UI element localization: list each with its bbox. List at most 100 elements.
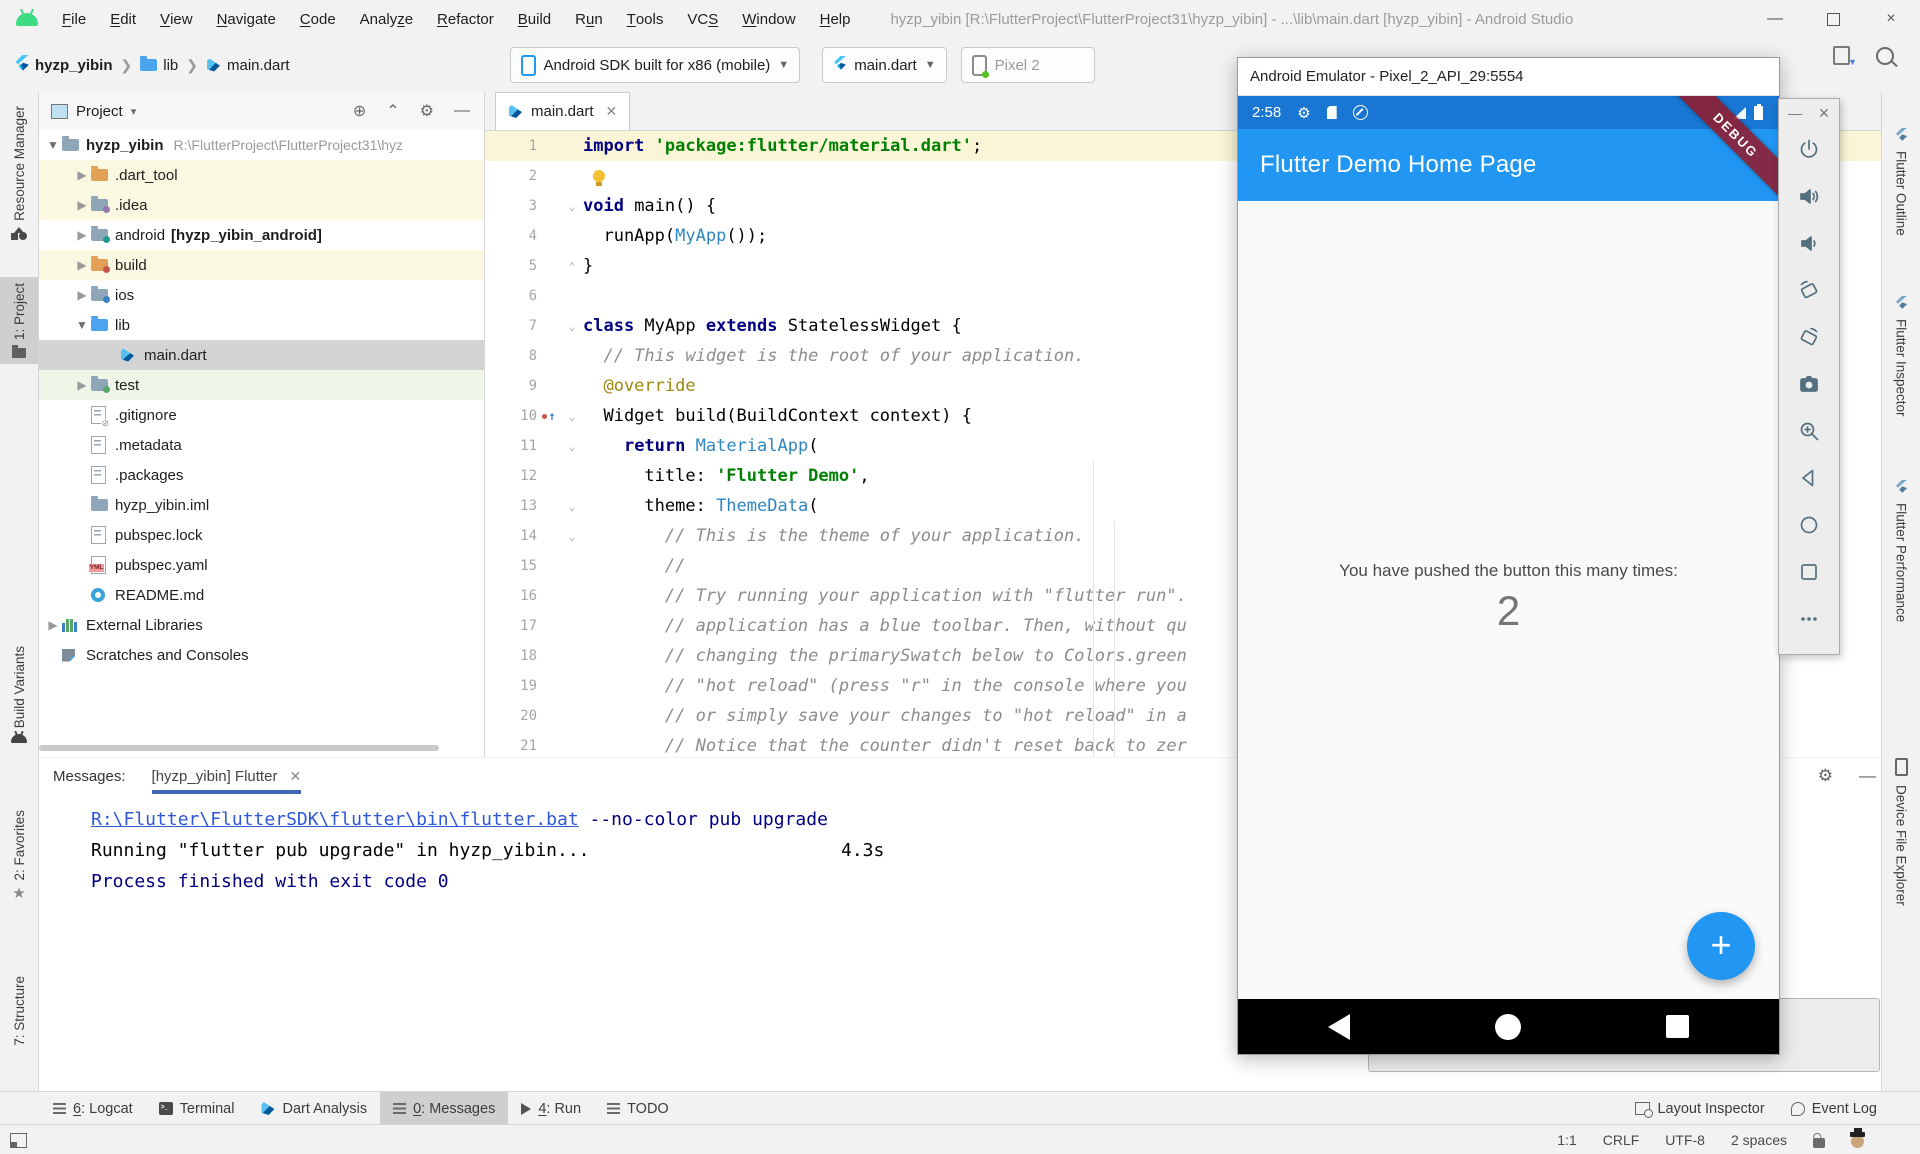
stripe-item-2-favorites[interactable]: 2: Favorites★: [0, 804, 38, 907]
locate-icon[interactable]: ⊕: [353, 101, 366, 121]
menu-help[interactable]: Help: [808, 0, 863, 38]
tree-item-scratches-and-consoles[interactable]: Scratches and Consoles: [39, 640, 484, 670]
overview-icon[interactable]: [1796, 559, 1822, 585]
fold-marker-icon[interactable]: ⌄: [561, 500, 583, 513]
fab-increment-button[interactable]: +: [1687, 912, 1755, 980]
fold-marker-icon[interactable]: ⌄: [561, 200, 583, 213]
horizontal-scrollbar[interactable]: [39, 745, 439, 751]
toolwindow-button-event-log[interactable]: Event Log: [1778, 1092, 1890, 1125]
breadcrumb-lib[interactable]: lib: [140, 57, 178, 74]
toolwindow-button-todo[interactable]: TODO: [594, 1092, 682, 1125]
emulator-title-bar[interactable]: Android Emulator - Pixel_2_API_29:5554: [1238, 58, 1779, 96]
toolwindow-button-4-run[interactable]: 4: Run: [508, 1092, 594, 1125]
breadcrumb-project[interactable]: hyzp_yibin: [14, 55, 113, 76]
fold-marker-icon[interactable]: ⌄: [561, 320, 583, 333]
hide-panel-icon[interactable]: —: [454, 102, 470, 120]
tree-item-build[interactable]: ▶build: [39, 250, 484, 280]
tree-arrow-icon[interactable]: ▶: [73, 198, 91, 212]
power-icon[interactable]: [1796, 136, 1822, 162]
stripe-item-flutter-inspector[interactable]: Flutter Inspector: [1882, 290, 1920, 423]
nav-home-icon[interactable]: [1495, 1014, 1521, 1040]
zoom-in-icon[interactable]: [1796, 418, 1822, 444]
lock-icon[interactable]: [1813, 1138, 1825, 1148]
toolwindow-button-layout-inspector[interactable]: Layout Inspector: [1622, 1092, 1777, 1125]
menu-edit[interactable]: Edit: [98, 0, 148, 38]
maximize-icon[interactable]: [1804, 0, 1862, 38]
stripe-item-flutter-outline[interactable]: Flutter Outline: [1882, 122, 1920, 242]
menu-vcs[interactable]: VCS: [675, 0, 730, 38]
tree-item-test[interactable]: ▶test: [39, 370, 484, 400]
attach-debugger-icon[interactable]: [1833, 46, 1850, 65]
toolwindow-button-0-messages[interactable]: 0: Messages: [380, 1092, 508, 1125]
more-icon[interactable]: [1796, 606, 1822, 632]
hide-panel-icon[interactable]: —: [1859, 766, 1876, 786]
tree-item-readme-md[interactable]: README.md: [39, 580, 484, 610]
stripe-item-device-file-explorer[interactable]: Device File Explorer: [1882, 752, 1920, 912]
menu-code[interactable]: Code: [288, 0, 348, 38]
nav-back-icon[interactable]: [1328, 1014, 1350, 1040]
menu-navigate[interactable]: Navigate: [205, 0, 288, 38]
search-icon[interactable]: [1876, 47, 1894, 65]
nav-overview-icon[interactable]: [1666, 1015, 1689, 1038]
toolwindow-toggle-icon[interactable]: [10, 1133, 27, 1148]
tab-close-icon[interactable]: ✕: [289, 768, 301, 785]
fold-marker-icon[interactable]: ⌄: [561, 440, 583, 453]
messages-tab-flutter[interactable]: [hyzp_yibin] Flutter ✕: [152, 758, 302, 794]
project-panel-title[interactable]: Project: [76, 103, 123, 120]
volume-down-icon[interactable]: [1796, 230, 1822, 256]
gear-icon[interactable]: ⚙: [1818, 766, 1833, 786]
stripe-item-build-variants[interactable]: Build Variants: [0, 640, 38, 749]
tree-item-main-dart[interactable]: main.dart: [39, 340, 484, 370]
menu-run[interactable]: Run: [563, 0, 615, 38]
breadcrumb-file[interactable]: main.dart: [206, 57, 290, 74]
inspections-profile-icon[interactable]: [1851, 1135, 1864, 1148]
tree-item--packages[interactable]: .packages: [39, 460, 484, 490]
minimize-icon[interactable]: —: [1746, 0, 1804, 38]
menu-analyze[interactable]: Analyze: [348, 0, 425, 38]
gear-icon[interactable]: ⚙: [420, 101, 434, 121]
rotate-left-icon[interactable]: [1796, 277, 1822, 303]
tree-item-pubspec-lock[interactable]: pubspec.lock: [39, 520, 484, 550]
close-icon[interactable]: ×: [1862, 0, 1920, 38]
tree-item--dart-tool[interactable]: ▶.dart_tool: [39, 160, 484, 190]
tree-item-lib[interactable]: ▼lib: [39, 310, 484, 340]
tree-item-hyzp-yibin-iml[interactable]: hyzp_yibin.iml: [39, 490, 484, 520]
toolwindow-button-terminal[interactable]: Terminal: [146, 1092, 248, 1125]
tree-arrow-icon[interactable]: ▶: [73, 288, 91, 302]
override-marker-icon[interactable]: ↑: [542, 411, 555, 421]
tab-close-icon[interactable]: ✕: [606, 103, 618, 120]
tree-arrow-icon[interactable]: ▼: [44, 138, 62, 152]
editor-tab-main-dart[interactable]: main.dart ✕: [495, 92, 630, 130]
stripe-item-1-project[interactable]: 1: Project: [0, 277, 38, 364]
rotate-right-icon[interactable]: [1796, 324, 1822, 350]
home-icon[interactable]: [1796, 512, 1822, 538]
collapse-all-icon[interactable]: ⌃: [386, 101, 399, 121]
tree-arrow-icon[interactable]: ▶: [73, 378, 91, 392]
menu-file[interactable]: File: [50, 0, 98, 38]
tree-item-hyzp-yibin[interactable]: ▼hyzp_yibinR:\FlutterProject\FlutterProj…: [39, 130, 484, 160]
intention-bulb-icon[interactable]: [593, 170, 605, 182]
status-item-crlf[interactable]: CRLF: [1603, 1132, 1640, 1148]
menu-refactor[interactable]: Refactor: [425, 0, 506, 38]
tree-arrow-icon[interactable]: ▶: [44, 618, 62, 632]
console-link[interactable]: R:\Flutter\FlutterSDK\flutter\bin\flutte…: [91, 809, 579, 830]
menu-window[interactable]: Window: [730, 0, 807, 38]
device-selector[interactable]: Android SDK built for x86 (mobile) ▼: [510, 47, 801, 83]
stripe-item-7-structure[interactable]: 7: Structure: [0, 970, 38, 1052]
tree-item-pubspec-yaml[interactable]: pubspec.yaml: [39, 550, 484, 580]
run-config-selector[interactable]: main.dart ▼: [822, 47, 946, 83]
menu-build[interactable]: Build: [506, 0, 563, 38]
tree-item-ios[interactable]: ▶ios: [39, 280, 484, 310]
tree-arrow-icon[interactable]: ▶: [73, 258, 91, 272]
tree-item-external-libraries[interactable]: ▶External Libraries: [39, 610, 484, 640]
chevron-down-icon[interactable]: ▾: [131, 105, 137, 118]
emulator-screen[interactable]: 2:58 ⚙ Flutter Demo Home Page DEBUG You …: [1238, 96, 1779, 1054]
menu-view[interactable]: View: [148, 0, 205, 38]
tree-item--idea[interactable]: ▶.idea: [39, 190, 484, 220]
tree-arrow-icon[interactable]: ▶: [73, 228, 91, 242]
camera-icon[interactable]: [1796, 371, 1822, 397]
status-item-1-1[interactable]: 1:1: [1557, 1132, 1576, 1148]
menu-tools[interactable]: Tools: [615, 0, 676, 38]
status-item-2-spaces[interactable]: 2 spaces: [1731, 1132, 1787, 1148]
tree-item--gitignore[interactable]: .gitignore: [39, 400, 484, 430]
